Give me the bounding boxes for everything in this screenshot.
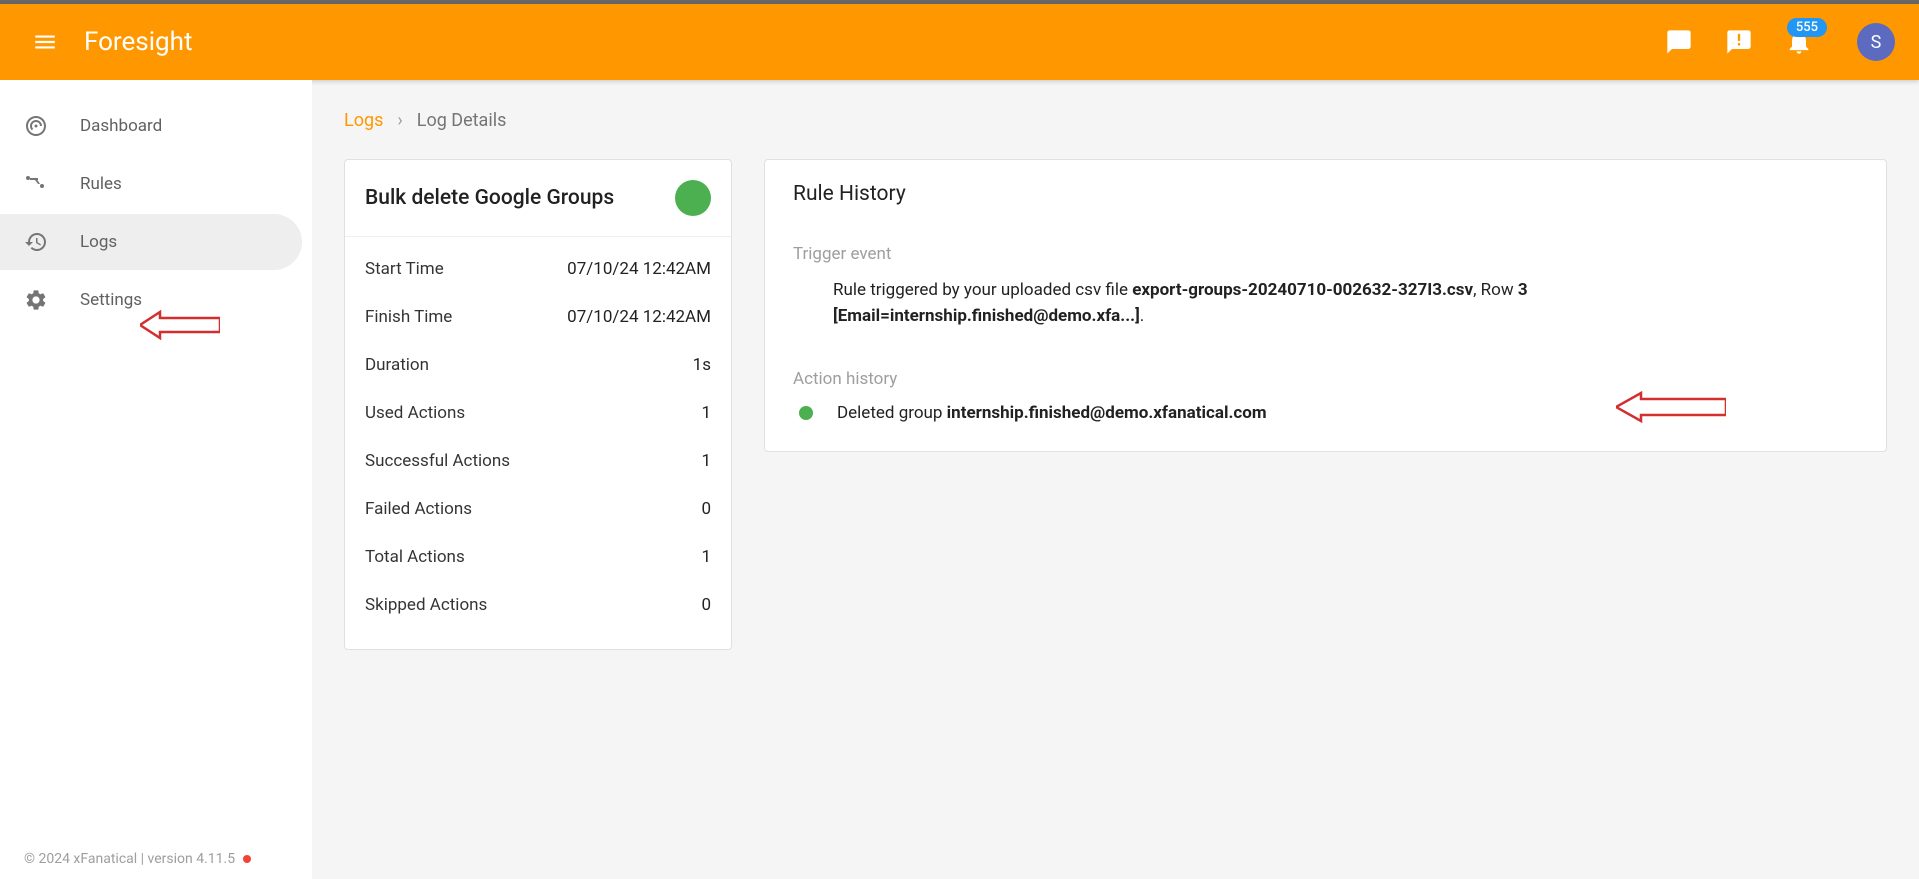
breadcrumb-current: Log Details	[417, 110, 507, 131]
summary-value: 07/10/24 12:42AM	[567, 307, 711, 327]
action-status-dot	[799, 406, 813, 420]
summary-value: 1	[701, 547, 711, 567]
sidebar-item-label: Logs	[80, 232, 117, 252]
action-email: internship.finished@demo.xfanatical.com	[947, 403, 1267, 423]
history-title: Rule History	[793, 182, 1858, 206]
notification-badge: 555	[1787, 18, 1827, 37]
notifications-button[interactable]: 555	[1785, 28, 1813, 56]
footer-status-dot	[243, 855, 251, 863]
main-content: Logs › Log Details Bulk delete Google Gr…	[312, 80, 1919, 879]
sidebar-item-rules[interactable]: Rules	[0, 156, 312, 212]
action-history-item: Deleted group internship.finished@demo.x…	[793, 403, 1858, 423]
sidebar-item-dashboard[interactable]: Dashboard	[0, 98, 312, 154]
summary-value: 0	[701, 595, 711, 615]
app-title: Foresight	[84, 27, 192, 57]
summary-value: 07/10/24 12:42AM	[567, 259, 711, 279]
log-summary-card: Bulk delete Google Groups Start Time 07/1…	[344, 159, 732, 650]
summary-label: Duration	[365, 355, 429, 375]
footer: © 2024 xFanatical | version 4.11.5	[24, 851, 251, 867]
action-history-label: Action history	[793, 369, 1858, 389]
rule-history-card: Rule History Trigger event Rule triggere…	[764, 159, 1887, 452]
status-indicator	[675, 180, 711, 216]
breadcrumb-logs[interactable]: Logs	[344, 110, 383, 131]
summary-row: Failed Actions 0	[365, 485, 711, 533]
summary-label: Finish Time	[365, 307, 452, 327]
sidebar-item-logs[interactable]: Logs	[0, 214, 302, 270]
breadcrumb: Logs › Log Details	[344, 104, 1887, 131]
trigger-event-text: Rule triggered by your uploaded csv file…	[793, 278, 1858, 329]
sidebar-item-label: Rules	[80, 174, 122, 194]
summary-label: Start Time	[365, 259, 444, 279]
history-icon	[24, 230, 48, 254]
summary-row: Duration 1s	[365, 341, 711, 389]
rules-icon	[24, 172, 48, 196]
avatar[interactable]: S	[1857, 23, 1895, 61]
trigger-event-label: Trigger event	[793, 244, 1858, 264]
gauge-icon	[24, 114, 48, 138]
summary-label: Total Actions	[365, 547, 465, 567]
summary-label: Used Actions	[365, 403, 465, 423]
summary-row: Total Actions 1	[365, 533, 711, 581]
summary-row: Skipped Actions 0	[365, 581, 711, 629]
announcement-icon	[1725, 28, 1753, 56]
gear-icon	[24, 288, 48, 312]
summary-label: Failed Actions	[365, 499, 472, 519]
summary-value: 1	[701, 451, 711, 471]
sidebar-item-settings[interactable]: Settings	[0, 272, 312, 328]
summary-label: Successful Actions	[365, 451, 510, 471]
summary-row: Finish Time 07/10/24 12:42AM	[365, 293, 711, 341]
menu-button[interactable]	[24, 21, 66, 63]
sidebar-item-label: Dashboard	[80, 116, 162, 136]
chat-button[interactable]	[1665, 28, 1693, 56]
hamburger-icon	[32, 29, 58, 55]
app-header: Foresight 555 S	[0, 4, 1919, 80]
chevron-right-icon: ›	[397, 110, 402, 131]
chat-icon	[1665, 28, 1693, 56]
sidebar-item-label: Settings	[80, 290, 142, 310]
summary-row: Used Actions 1	[365, 389, 711, 437]
summary-label: Skipped Actions	[365, 595, 487, 615]
sidebar: Dashboard Rules Logs Settings © 2024 xFa…	[0, 80, 312, 879]
log-title: Bulk delete Google Groups	[365, 186, 614, 210]
summary-value: 1	[701, 403, 711, 423]
summary-value: 0	[701, 499, 711, 519]
summary-value: 1s	[693, 355, 711, 375]
summary-row: Start Time 07/10/24 12:42AM	[365, 245, 711, 293]
announcement-button[interactable]	[1725, 28, 1753, 56]
footer-text: © 2024 xFanatical | version 4.11.5	[24, 851, 235, 867]
summary-row: Successful Actions 1	[365, 437, 711, 485]
